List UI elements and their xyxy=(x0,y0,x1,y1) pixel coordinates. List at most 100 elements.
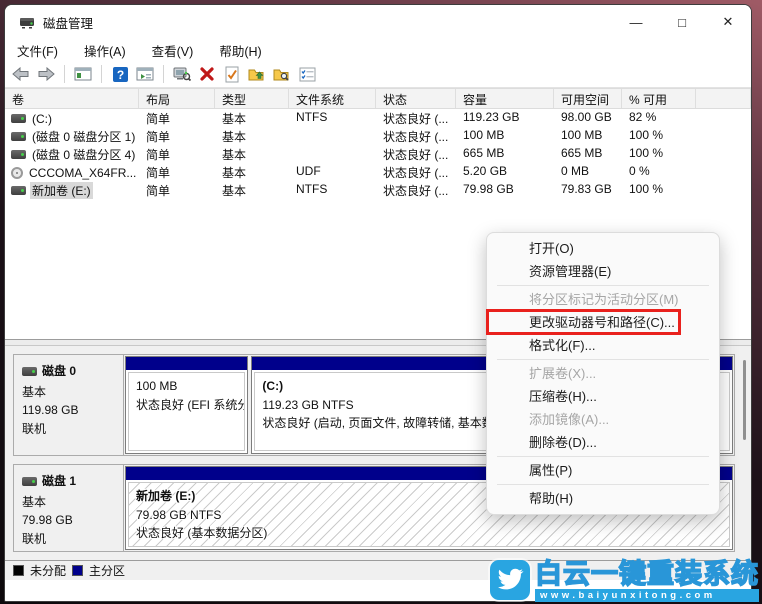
col-free-space[interactable]: 可用空间 xyxy=(554,89,622,108)
partition-status: 状态良好 (基本数据分区) xyxy=(136,526,268,541)
volume-name: (C:) xyxy=(32,111,52,126)
cell-free: 0 MB xyxy=(561,164,590,178)
folder-search-icon[interactable] xyxy=(272,64,292,84)
folder-up-icon[interactable] xyxy=(247,64,267,84)
menu-item-delete-volume[interactable]: 删除卷(D)... xyxy=(487,431,719,454)
scrollbar-thumb[interactable] xyxy=(742,360,746,440)
volume-context-menu: 打开(O) 资源管理器(E) 将分区标记为活动分区(M) 更改驱动器号和路径(C… xyxy=(486,232,720,515)
disk-status: 联机 xyxy=(22,421,47,436)
menu-file[interactable]: 文件(F) xyxy=(15,40,60,61)
cell-capacity: 665 MB xyxy=(463,146,505,160)
cell-fs xyxy=(289,145,376,163)
cell-free: 98.00 GB xyxy=(561,110,612,124)
disk-status: 联机 xyxy=(22,531,47,546)
col-type[interactable]: 类型 xyxy=(215,89,289,108)
cell-fs: NTFS xyxy=(296,182,328,196)
disk-icon xyxy=(11,114,26,123)
back-arrow-icon[interactable] xyxy=(11,64,31,84)
disk-1-label[interactable]: 磁盘 1 基本 79.98 GB 联机 xyxy=(14,465,124,551)
vertical-scrollbar[interactable] xyxy=(737,346,751,560)
menu-item-shrink-volume[interactable]: 压缩卷(H)... xyxy=(487,385,719,408)
minimize-button[interactable]: — xyxy=(613,5,659,39)
watermark: 白云一键重装系统 www.baiyunxitong.com xyxy=(490,558,759,602)
table-row[interactable]: (C:) 简单 基本 NTFS 状态良好 (... 119.23 GB 98.0… xyxy=(5,109,751,127)
computer-search-icon[interactable] xyxy=(172,64,192,84)
menu-item-help[interactable]: 帮助(H) xyxy=(487,487,719,510)
cd-rom-icon xyxy=(11,166,23,179)
svg-text:?: ? xyxy=(116,68,123,82)
cell-status: 状态良好 (... xyxy=(383,166,449,180)
watermark-url: www.baiyunxitong.com xyxy=(535,589,759,602)
help-icon[interactable]: ? xyxy=(110,64,130,84)
cell-pct: 100 % xyxy=(629,146,664,160)
checklist-icon[interactable] xyxy=(297,64,317,84)
menu-item-extend-volume: 扩展卷(X)... xyxy=(529,366,597,381)
cell-type: 基本 xyxy=(222,184,247,198)
check-document-icon[interactable] xyxy=(222,64,242,84)
menu-item-explorer[interactable]: 资源管理器(E) xyxy=(487,260,719,283)
menu-action[interactable]: 操作(A) xyxy=(82,40,128,61)
unallocated-swatch xyxy=(13,565,24,576)
col-status[interactable]: 状态 xyxy=(376,89,456,108)
forward-arrow-icon[interactable] xyxy=(36,64,56,84)
cell-status: 状态良好 (... xyxy=(383,148,449,162)
partition-color-band xyxy=(126,357,248,370)
menu-item-mark-active: 将分区标记为活动分区(M) xyxy=(529,292,679,307)
action-pane-icon[interactable] xyxy=(135,64,155,84)
disk-icon xyxy=(11,150,26,159)
cell-type: 基本 xyxy=(222,166,247,180)
cell-pct: 82 % xyxy=(629,110,657,124)
table-row-selected[interactable]: 新加卷 (E:) 简单 基本 NTFS 状态良好 (... 79.98 GB 7… xyxy=(5,181,751,199)
disk-icon xyxy=(11,186,26,195)
maximize-button[interactable]: □ xyxy=(659,5,705,39)
col-capacity[interactable]: 容量 xyxy=(456,89,554,108)
menu-bar: 文件(F) 操作(A) 查看(V) 帮助(H) xyxy=(5,39,751,61)
toolbar-separator xyxy=(101,65,102,83)
cell-layout: 简单 xyxy=(146,130,171,144)
col-percent-free[interactable]: % 可用 xyxy=(622,89,696,108)
disk-icon xyxy=(22,366,37,376)
disk-icon xyxy=(22,476,37,486)
title-bar: 磁盘管理 — □ ✕ xyxy=(5,5,751,39)
menu-help[interactable]: 帮助(H) xyxy=(217,40,263,61)
menu-separator xyxy=(497,484,709,485)
col-volume[interactable]: 卷 xyxy=(5,89,139,108)
close-button[interactable]: ✕ xyxy=(705,5,751,39)
cell-fs: UDF xyxy=(296,164,321,178)
volume-name: 新加卷 (E:) xyxy=(30,182,93,199)
menu-item-properties[interactable]: 属性(P) xyxy=(487,459,719,482)
cell-fs xyxy=(289,127,376,145)
volume-name: CCCOMA_X64FR... xyxy=(29,165,137,180)
volume-name: (磁盘 0 磁盘分区 1) xyxy=(32,130,136,144)
cell-free: 665 MB xyxy=(561,146,603,160)
volume-name: (磁盘 0 磁盘分区 4) xyxy=(32,148,136,162)
col-layout[interactable]: 布局 xyxy=(139,89,215,108)
legend-primary-label: 主分区 xyxy=(89,564,126,578)
col-filesystem[interactable]: 文件系统 xyxy=(289,89,376,108)
disk-0-label[interactable]: 磁盘 0 基本 119.98 GB 联机 xyxy=(14,355,124,455)
disk-title: 磁盘 0 xyxy=(42,364,77,378)
menu-item-change-drive-letter[interactable]: 更改驱动器号和路径(C)... xyxy=(487,311,719,334)
table-row[interactable]: (磁盘 0 磁盘分区 4) 简单 基本 状态良好 (... 665 MB 665… xyxy=(5,145,751,163)
menu-item-format[interactable]: 格式化(F)... xyxy=(487,334,719,357)
watermark-title: 白云一键重装系统 xyxy=(534,558,759,589)
col-empty xyxy=(696,89,751,108)
toolbar-separator xyxy=(64,65,65,83)
delete-red-x-icon[interactable] xyxy=(197,64,217,84)
cell-free: 79.83 GB xyxy=(561,182,612,196)
primary-partition-swatch xyxy=(72,565,84,576)
toolbar: ? xyxy=(5,61,751,88)
cell-status: 状态良好 (... xyxy=(383,112,449,126)
menu-view[interactable]: 查看(V) xyxy=(150,40,196,61)
table-row[interactable]: CCCOMA_X64FR... 简单 基本 UDF 状态良好 (... 5.20… xyxy=(5,163,751,181)
console-window-icon[interactable] xyxy=(73,64,93,84)
menu-item-open[interactable]: 打开(O) xyxy=(487,237,719,260)
disk-size: 119.98 GB xyxy=(22,403,79,418)
partition-size: 79.98 GB NTFS xyxy=(136,507,222,522)
cell-status: 状态良好 (... xyxy=(383,130,449,144)
cell-layout: 简单 xyxy=(146,148,171,162)
partition-efi[interactable]: 100 MB 状态良好 (EFI 系统分 xyxy=(125,356,249,454)
disk-type: 基本 xyxy=(22,384,47,399)
table-row[interactable]: (磁盘 0 磁盘分区 1) 简单 基本 状态良好 (... 100 MB 100… xyxy=(5,127,751,145)
cell-type: 基本 xyxy=(222,130,247,144)
